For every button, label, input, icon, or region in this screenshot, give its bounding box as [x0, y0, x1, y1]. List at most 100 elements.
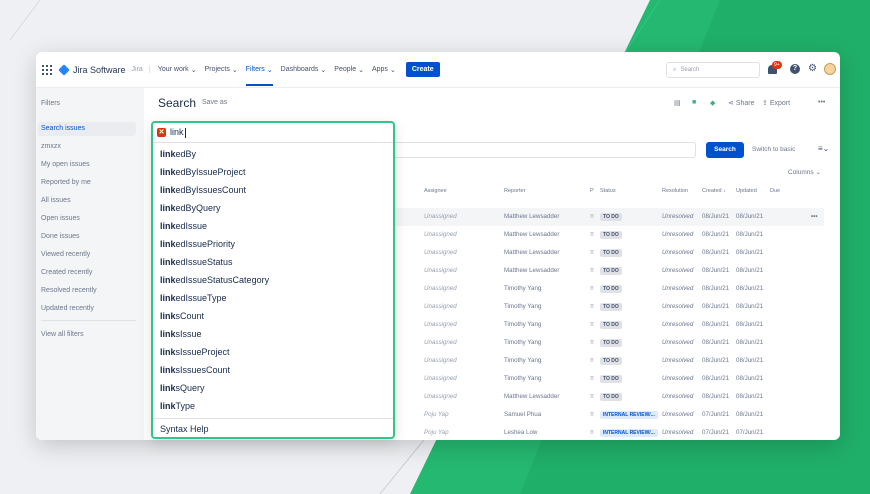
autocomplete-option[interactable]: linkedByQuery [160, 199, 221, 217]
notifications-button[interactable]: 9+ [768, 61, 782, 75]
product-subtitle: Jira [132, 66, 150, 73]
nav-dashboards[interactable]: Dashboards ⌄ [281, 66, 327, 74]
nav-your-work[interactable]: Your work ⌄ [158, 66, 197, 74]
status-badge[interactable]: TO DO [600, 393, 622, 401]
sidebar-item-resolved-recently[interactable]: Resolved recently [41, 284, 97, 298]
status-badge[interactable]: TO DO [600, 249, 622, 257]
nav-people[interactable]: People ⌄ [334, 66, 364, 74]
autocomplete-option[interactable]: linksQuery [160, 379, 205, 397]
cell-created: 08/Jun/21 [702, 285, 730, 292]
status-badge[interactable]: TO DO [600, 339, 622, 347]
list-view-icon[interactable]: ≡⌄ [818, 144, 829, 153]
syntax-help-link[interactable]: Syntax Help [160, 421, 209, 437]
cell-resolution: Unresolved [662, 213, 694, 220]
autocomplete-option[interactable]: linkedByIssuesCount [160, 181, 246, 199]
nav-projects[interactable]: Projects ⌄ [205, 66, 238, 74]
column-header-resolution[interactable]: Resolution [662, 188, 688, 194]
option-match: link [160, 347, 176, 357]
priority-icon: ≡ [590, 375, 594, 382]
product-name[interactable]: Jira Software [73, 65, 126, 75]
column-header-assignee[interactable]: Assignee [424, 188, 447, 194]
column-header-updated[interactable]: Updated [736, 188, 757, 194]
cell-reporter: Matthew Lewsadder [504, 213, 560, 220]
priority-icon: ≡ [590, 231, 594, 238]
more-actions-button[interactable]: ••• [818, 99, 825, 106]
cell-resolution: Unresolved [662, 249, 694, 256]
sidebar-item-reported-by-me[interactable]: Reported by me [41, 176, 91, 190]
search-button[interactable]: Search [706, 142, 744, 158]
export-button[interactable]: ⇪ Export [762, 99, 790, 107]
status-badge[interactable]: INTERNAL REVIEW/... [600, 411, 658, 419]
autocomplete-option[interactable]: linkedIssuePriority [160, 235, 235, 253]
gear-icon[interactable]: ⚙ [808, 63, 817, 74]
chevron-down-icon: ⌄ [815, 169, 821, 176]
priority-icon: ≡ [590, 303, 594, 310]
top-navigation: Jira Software Jira Your work ⌄ Projects ⌄ … [36, 52, 840, 88]
cell-assignee: Unassigned [424, 375, 457, 382]
priority-icon: ≡ [590, 411, 594, 418]
row-actions-button[interactable]: ••• [811, 213, 818, 220]
feedback-icon[interactable]: ▤ [674, 99, 681, 107]
columns-button[interactable]: Columns ⌄ [788, 168, 821, 176]
sidebar-item-viewed-recently[interactable]: Viewed recently [41, 248, 90, 262]
autocomplete-option[interactable]: linksIssuesCount [160, 361, 230, 379]
column-header-due[interactable]: Due [770, 188, 780, 194]
sidebar-item-all-issues[interactable]: All issues [41, 194, 71, 208]
app-icon[interactable]: ■ [692, 99, 696, 106]
column-header-status[interactable]: Status [600, 188, 616, 194]
autocomplete-option[interactable]: linksIssueProject [160, 343, 230, 361]
autocomplete-option[interactable]: linkedByIssueProject [160, 163, 246, 181]
app-switcher-icon[interactable] [42, 64, 52, 75]
autocomplete-option[interactable]: linksIssue [160, 325, 202, 343]
cell-resolution: Unresolved [662, 321, 694, 328]
option-rest: edIssueType [175, 293, 227, 303]
help-icon[interactable]: ? [790, 64, 800, 74]
switch-to-basic-link[interactable]: Switch to basic [752, 146, 795, 153]
cell-resolution: Unresolved [662, 231, 694, 238]
status-badge[interactable]: TO DO [600, 357, 622, 365]
share-button[interactable]: ⋖ Share [728, 99, 755, 107]
autocomplete-option[interactable]: linkedBy [160, 145, 196, 163]
cell-resolution: Unresolved [662, 429, 694, 436]
nav-apps[interactable]: Apps ⌄ [372, 66, 396, 74]
status-badge[interactable]: INTERNAL REVIEW/... [600, 429, 658, 437]
option-rest: edBy [175, 149, 197, 159]
cell-created: 08/Jun/21 [702, 267, 730, 274]
status-badge[interactable]: TO DO [600, 213, 622, 221]
column-header-priority[interactable]: P [590, 188, 594, 194]
autocomplete-option[interactable]: linkedIssueType [160, 289, 227, 307]
column-header-reporter[interactable]: Reporter [504, 188, 525, 194]
save-as-button[interactable]: Save as [202, 99, 227, 106]
cell-assignee: Poju Yap [424, 411, 449, 418]
status-badge[interactable]: TO DO [600, 303, 622, 311]
autocomplete-option[interactable]: linkedIssueStatusCategory [160, 271, 269, 289]
status-badge[interactable]: TO DO [600, 375, 622, 383]
cell-assignee: Unassigned [424, 321, 457, 328]
nav-filters[interactable]: Filters ⌄ [245, 66, 273, 86]
status-badge[interactable]: TO DO [600, 231, 622, 239]
export-label: Export [769, 100, 791, 107]
autocomplete-option[interactable]: linksCount [160, 307, 204, 325]
jql-autocomplete-input[interactable]: ✕ link [153, 123, 393, 143]
status-badge[interactable]: TO DO [600, 285, 622, 293]
sidebar-item-done-issues[interactable]: Done issues [41, 230, 80, 244]
priority-icon: ≡ [590, 429, 594, 436]
column-header-created[interactable]: Created ↓ [702, 188, 726, 194]
sidebar-item-zmxzx[interactable]: zmxzx [41, 140, 61, 154]
sidebar-item-created-recently[interactable]: Created recently [41, 266, 92, 280]
global-search-input[interactable]: ⌕ Search [666, 62, 760, 78]
avatar[interactable] [824, 63, 836, 75]
sidebar-item-view-all-filters[interactable]: View all filters [41, 328, 84, 342]
autocomplete-option[interactable]: linkType [160, 397, 195, 415]
app-icon-2[interactable]: ◆ [710, 99, 715, 107]
status-badge[interactable]: TO DO [600, 267, 622, 275]
sidebar-item-search-issues[interactable]: Search issues [38, 122, 136, 136]
status-badge[interactable]: TO DO [600, 321, 622, 329]
sidebar-item-updated-recently[interactable]: Updated recently [41, 302, 94, 316]
search-icon: ⌕ [673, 66, 677, 73]
sidebar-item-my-open-issues[interactable]: My open issues [41, 158, 90, 172]
create-button[interactable]: Create [405, 62, 440, 77]
autocomplete-option[interactable]: linkedIssue [160, 217, 207, 235]
sidebar-item-open-issues[interactable]: Open issues [41, 212, 80, 226]
autocomplete-option[interactable]: linkedIssueStatus [160, 253, 233, 271]
